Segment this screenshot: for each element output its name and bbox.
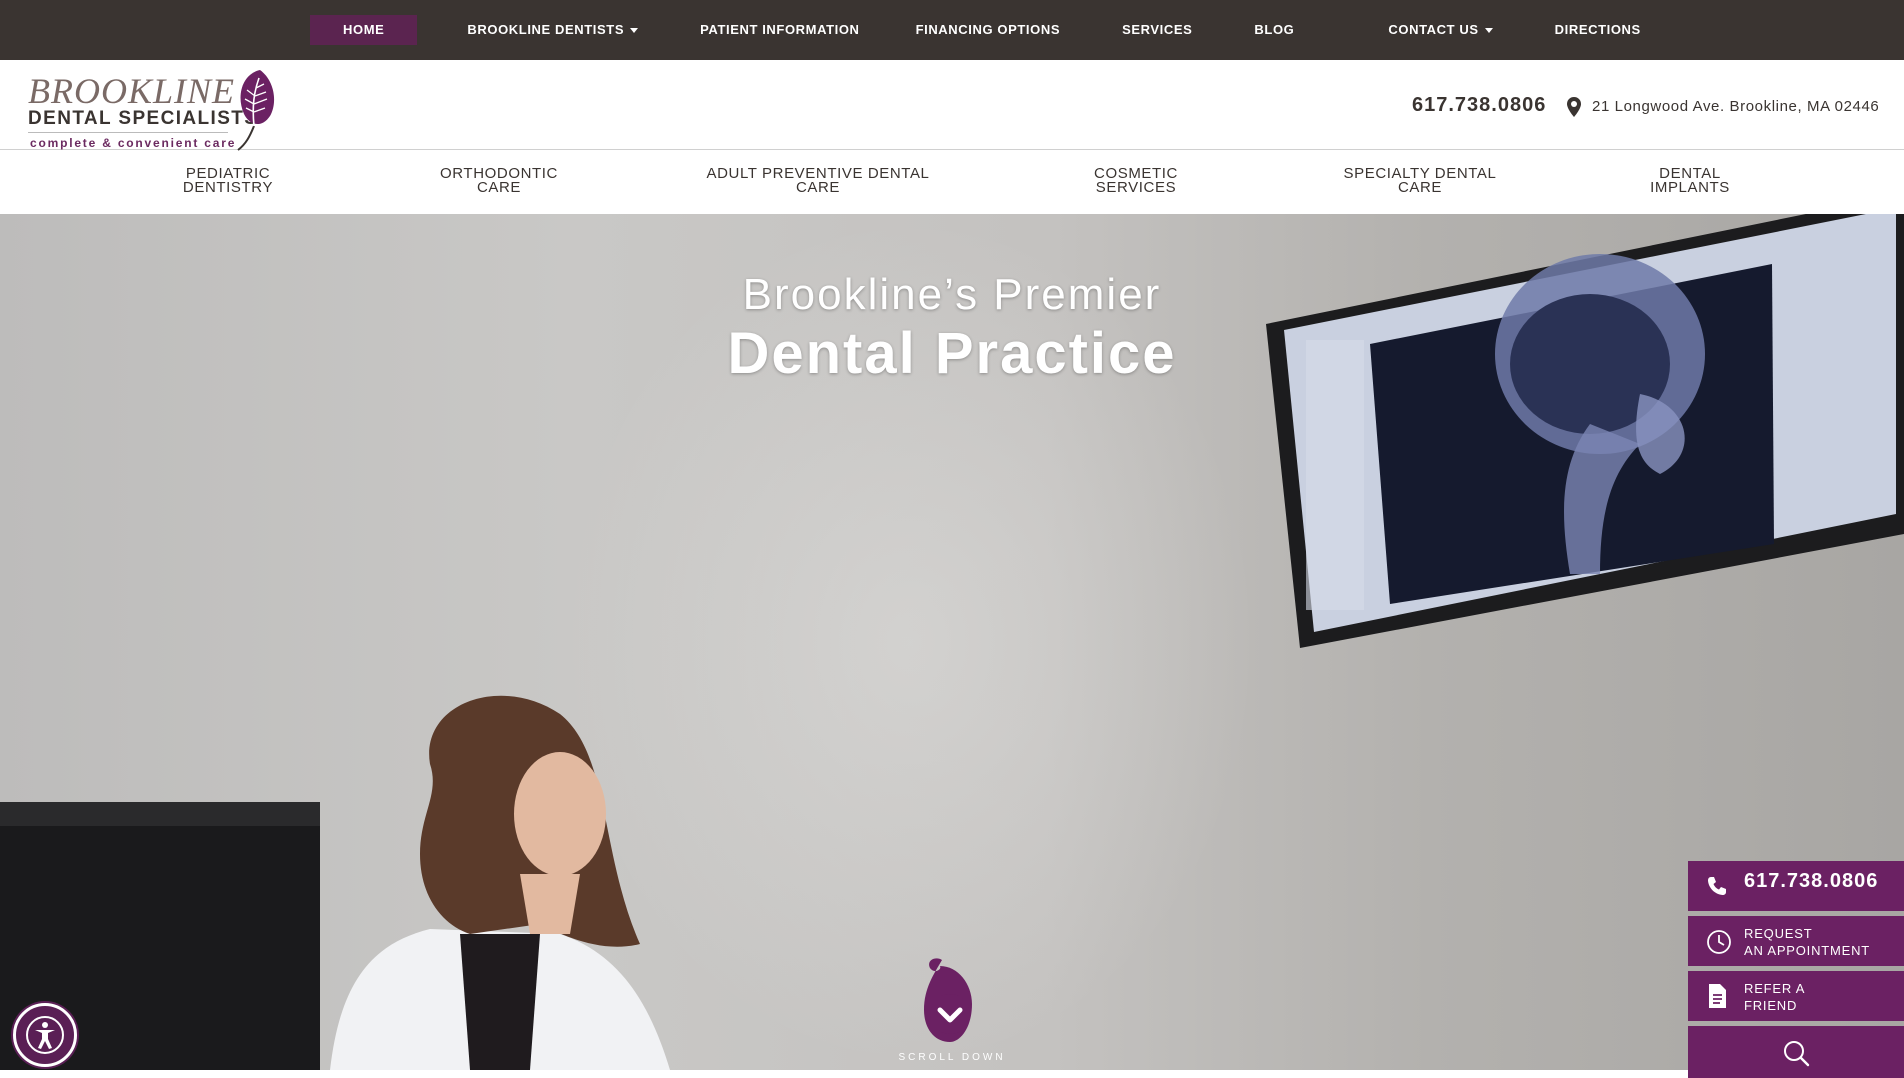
header-address[interactable]: 21 Longwood Ave. Brookline, MA 02446 xyxy=(1592,98,1879,115)
header-phone[interactable]: 617.738.0806 xyxy=(1412,94,1546,117)
hero-video-banner: Brookline’s Premier Dental Practice SCRO… xyxy=(0,214,1904,1070)
nav-financing-options-label: FINANCING OPTIONS xyxy=(915,22,1061,37)
cta-refer-line1: REFER A xyxy=(1744,981,1806,996)
top-navigation-bar: HOME BROOKLINE DENTISTS PATIENT INFORMAT… xyxy=(0,0,1904,60)
service-label-line2: CARE xyxy=(1397,179,1443,196)
nav-directions[interactable]: DIRECTIONS xyxy=(1543,15,1653,45)
logo-subtitle: DENTAL SPECIALISTS xyxy=(28,108,259,129)
nav-patient-information[interactable]: PATIENT INFORMATION xyxy=(688,15,871,45)
service-label-line2: IMPLANTS xyxy=(1650,179,1730,196)
hero-title-line2: Dental Practice xyxy=(727,321,1177,386)
cta-phone-number: 617.738.0806 xyxy=(1744,870,1879,892)
scroll-down-label: SCROLL DOWN xyxy=(898,1052,1006,1063)
service-pediatric-dentistry[interactable]: PEDIATRIC DENTISTRY xyxy=(178,166,278,196)
search-icon xyxy=(1784,1041,1810,1067)
dentist-photo xyxy=(0,695,670,1070)
logo-divider xyxy=(28,132,228,133)
brand-logo[interactable]: BROOKLINE DENTAL SPECIALISTS complete & … xyxy=(24,66,284,151)
service-adult-preventive-dental-care[interactable]: ADULT PREVENTIVE DENTAL CARE xyxy=(700,166,936,196)
nav-blog[interactable]: BLOG xyxy=(1242,15,1306,45)
nav-brookline-dentists-label: BROOKLINE DENTISTS xyxy=(467,22,625,37)
accessibility-button[interactable] xyxy=(13,1003,77,1067)
service-label-line2: CARE xyxy=(476,179,522,196)
phone-icon xyxy=(1708,877,1726,895)
service-label-line2: CARE xyxy=(795,179,841,196)
logo-wordmark: BROOKLINE xyxy=(28,71,235,111)
scroll-down-button[interactable] xyxy=(896,954,1006,1064)
service-orthodontic-care[interactable]: ORTHODONTIC CARE xyxy=(434,166,564,196)
service-cosmetic-services[interactable]: COSMETIC SERVICES xyxy=(1086,166,1186,196)
nav-blog-label: BLOG xyxy=(1254,22,1295,37)
nav-financing-options[interactable]: FINANCING OPTIONS xyxy=(904,15,1073,45)
nav-contact-us[interactable]: CONTACT US xyxy=(1376,15,1504,45)
service-label-line2: DENTISTRY xyxy=(182,179,274,196)
cta-call-button[interactable]: 617.738.0806 xyxy=(1688,861,1904,911)
cta-appointment-line2: AN APPOINTMENT xyxy=(1744,943,1871,958)
nav-services[interactable]: SERVICES xyxy=(1110,15,1204,45)
services-nav: PEDIATRIC DENTISTRY ORTHODONTIC CARE ADU… xyxy=(0,151,1904,215)
caret-down-icon xyxy=(1484,28,1493,34)
nav-patient-information-label: PATIENT INFORMATION xyxy=(700,22,860,37)
cta-request-appointment-button[interactable]: REQUEST AN APPOINTMENT xyxy=(1688,916,1904,966)
cta-appointment-text: REQUEST AN APPOINTMENT xyxy=(1744,925,1870,959)
clock-icon xyxy=(1707,930,1731,954)
cta-refer-line2: FRIEND xyxy=(1744,998,1798,1013)
document-icon xyxy=(1709,984,1726,1008)
service-dental-implants[interactable]: DENTAL IMPLANTS xyxy=(1640,166,1740,196)
logo-tagline: complete & convenient care xyxy=(30,136,237,150)
nav-home[interactable]: HOME xyxy=(310,15,418,45)
cta-refer-friend-button[interactable]: REFER A FRIEND xyxy=(1688,971,1904,1021)
site-header: BROOKLINE DENTAL SPECIALISTS complete & … xyxy=(0,60,1904,151)
map-pin-icon xyxy=(1567,97,1581,117)
caret-down-icon xyxy=(630,28,639,34)
service-label-line2: SERVICES xyxy=(1095,179,1177,196)
nav-home-label: HOME xyxy=(343,22,385,37)
nav-directions-label: DIRECTIONS xyxy=(1554,22,1641,37)
cta-search-button[interactable] xyxy=(1688,1026,1904,1078)
paisley-leaf-icon xyxy=(237,70,275,151)
nav-brookline-dentists[interactable]: BROOKLINE DENTISTS xyxy=(455,15,650,45)
cta-appointment-line1: REQUEST xyxy=(1744,926,1813,941)
hero-title-line1: Brookline’s Premier xyxy=(742,270,1162,319)
accessibility-icon xyxy=(26,1016,64,1054)
nav-services-label: SERVICES xyxy=(1122,22,1193,37)
service-specialty-dental-care[interactable]: SPECIALTY DENTAL CARE xyxy=(1336,166,1504,196)
top-nav: HOME BROOKLINE DENTISTS PATIENT INFORMAT… xyxy=(310,15,1653,45)
nav-contact-us-label: CONTACT US xyxy=(1388,22,1479,37)
cta-refer-text: REFER A FRIEND xyxy=(1744,980,1805,1014)
